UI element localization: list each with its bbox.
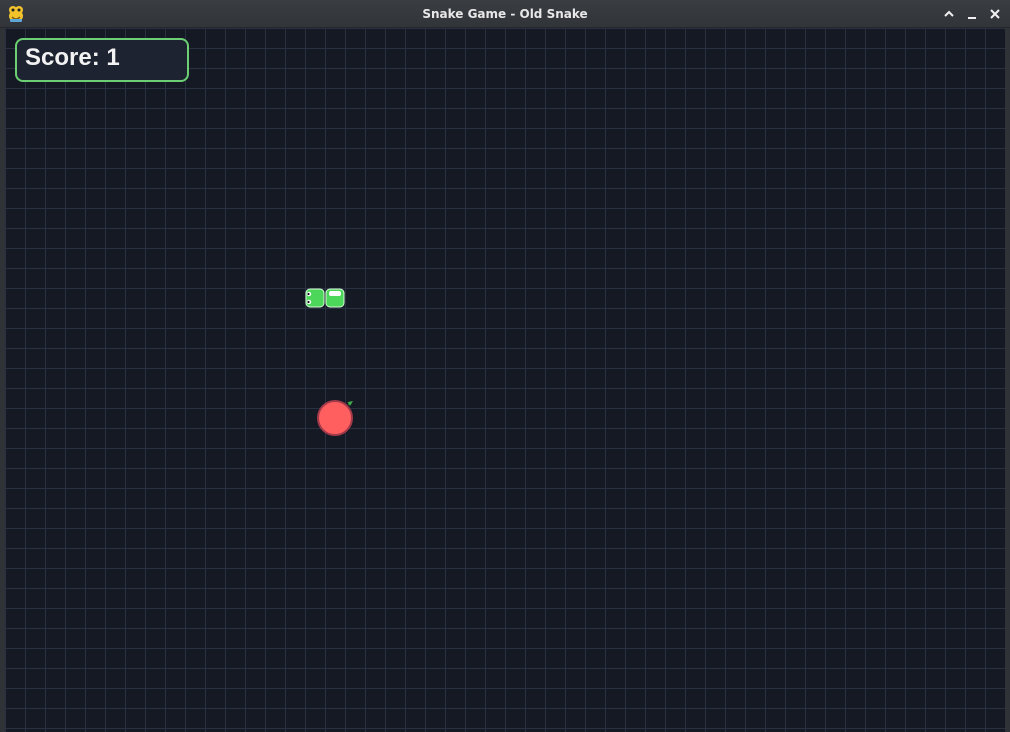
maximize-icon bbox=[944, 10, 954, 17]
minimize-icon bbox=[968, 17, 976, 19]
close-button[interactable] bbox=[986, 5, 1004, 23]
snake-head bbox=[305, 288, 325, 308]
score-panel: Score: 1 bbox=[15, 38, 189, 82]
score-label: Score: 1 bbox=[25, 44, 120, 71]
snake-body-segment bbox=[325, 288, 345, 308]
title-bar[interactable]: Snake Game - Old Snake bbox=[0, 0, 1010, 28]
maximize-button[interactable] bbox=[940, 5, 958, 23]
game-window: Snake Game - Old Snake Score: 1 bbox=[0, 0, 1010, 732]
window-title: Snake Game - Old Snake bbox=[422, 7, 588, 21]
minimize-button[interactable] bbox=[963, 5, 981, 23]
game-board[interactable]: Score: 1 bbox=[5, 28, 1005, 732]
close-icon bbox=[990, 9, 1000, 19]
food-apple bbox=[313, 396, 357, 440]
